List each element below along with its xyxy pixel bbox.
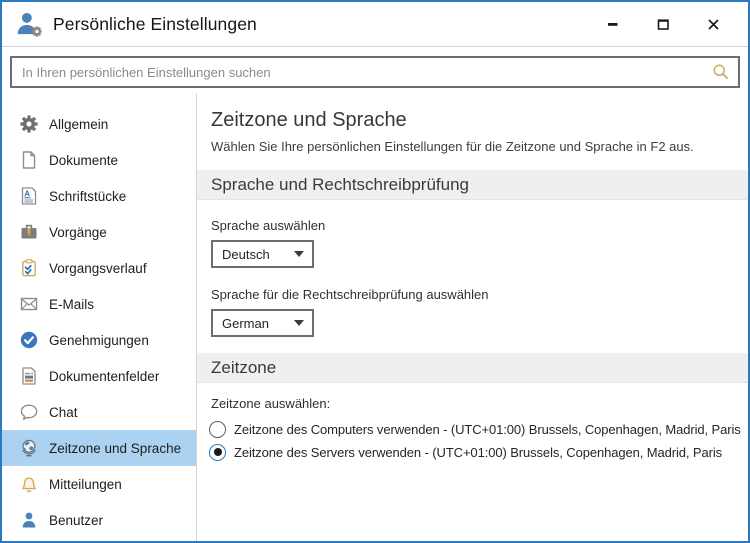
sidebar-item-allgemein[interactable]: Allgemein [2,106,196,142]
spellcheck-dropdown[interactable]: German [211,309,314,337]
bell-icon [22,477,36,493]
sidebar-item-chat[interactable]: Chat [2,394,196,430]
radio-option-label: Zeitzone des Computers verwenden - (UTC+… [234,421,741,437]
sidebar-item-benutzer[interactable]: Benutzer [2,502,196,538]
person-icon [22,512,36,528]
sidebar-item-label: Schriftstücke [49,188,127,204]
sidebar-item-emails[interactable]: E-Mails [2,286,196,322]
maximize-button[interactable] [646,10,680,38]
person-gear-icon [17,12,42,37]
language-dropdown[interactable]: Deutsch [211,240,314,268]
letter-document-icon: A [21,187,37,205]
radio-dot [213,448,222,456]
minimize-button[interactable] [596,10,630,38]
svg-text:A: A [24,189,30,198]
chat-bubble-icon [20,404,38,420]
close-icon [707,18,719,30]
sidebar-item-vorgangsverlauf[interactable]: Vorgangsverlauf [2,250,196,286]
spellcheck-dropdown-value: German [222,315,269,331]
radio-option-computer-timezone[interactable]: Zeitzone des Computers verwenden - (UTC+… [209,419,748,439]
settings-content: Zeitzone und Sprache Wählen Sie Ihre per… [197,93,748,541]
sidebar-item-label: Dokumente [49,152,119,168]
personal-settings-window: Persönliche Einstellungen In Ihren persö… [0,0,750,543]
dialog-body: Allgemein Dokumente A Schriftstücke Vorg… [2,93,748,541]
radio-checked-icon[interactable] [209,443,226,461]
settings-sidebar: Allgemein Dokumente A Schriftstücke Vorg… [2,93,196,541]
sidebar-item-vorgaenge[interactable]: Vorgänge [2,214,196,250]
approval-check-icon [20,331,38,349]
sidebar-item-genehmigungen[interactable]: Genehmigungen [2,322,196,358]
minimize-icon [608,23,618,26]
sidebar-item-label: Chat [49,404,78,420]
sidebar-item-label: Mitteilungen [49,476,122,492]
sidebar-item-label: Benutzer [49,512,104,528]
window-controls [596,10,746,38]
page-title: Zeitzone und Sprache [211,109,407,131]
maximize-icon [657,18,669,30]
radio-option-server-timezone[interactable]: Zeitzone des Servers verwenden - (UTC+01… [209,442,748,462]
radio-unchecked-icon[interactable] [209,420,226,438]
sidebar-item-label: Allgemein [49,116,109,132]
search-box[interactable] [10,56,740,88]
search-icon[interactable] [712,63,730,81]
title-bar: Persönliche Einstellungen [2,2,748,47]
page-subtitle: Wählen Sie Ihre persönlichen Einstellung… [211,139,694,154]
sidebar-item-label: E-Mails [49,296,95,312]
sidebar-item-dokumente[interactable]: Dokumente [2,142,196,178]
search-row [2,47,748,93]
sidebar-item-label: Zeitzone und Sprache [49,440,182,456]
sidebar-item-mitteilungen[interactable]: Mitteilungen [2,466,196,502]
chevron-down-icon [294,251,304,257]
sidebar-item-label: Vorgänge [49,224,107,240]
search-input[interactable] [22,64,712,80]
language-dropdown-value: Deutsch [222,246,270,262]
sidebar-item-dokumentenfelder[interactable]: Dokumentenfelder [2,358,196,394]
sidebar-item-label: Genehmigungen [49,332,149,348]
document-fields-icon [22,367,36,385]
sidebar-item-label: Dokumentenfelder [49,368,160,384]
document-icon [22,151,36,169]
radio-option-label: Zeitzone des Servers verwenden - (UTC+01… [234,444,723,460]
envelope-icon [20,297,38,311]
globe-icon [22,439,36,457]
window-title: Persönliche Einstellungen [53,13,257,34]
briefcase-icon [21,224,37,239]
sidebar-item-zeitzone-und-sprache[interactable]: Zeitzone und Sprache [2,430,196,466]
clipboard-checks-icon [22,259,36,277]
chevron-down-icon [294,320,304,326]
gear-icon [20,115,38,133]
timezone-group-label: Zeitzone auswählen: [211,396,331,411]
section-heading-timezone: Zeitzone [197,353,748,383]
language-select-label: Sprache auswählen [211,218,326,233]
spellcheck-select-label: Sprache für die Rechtschreibprüfung ausw… [211,287,489,302]
sidebar-item-schriftstuecke[interactable]: A Schriftstücke [2,178,196,214]
sidebar-item-label: Vorgangsverlauf [49,260,147,276]
section-heading-language: Sprache und Rechtschreibprüfung [197,170,748,200]
close-button[interactable] [696,10,730,38]
